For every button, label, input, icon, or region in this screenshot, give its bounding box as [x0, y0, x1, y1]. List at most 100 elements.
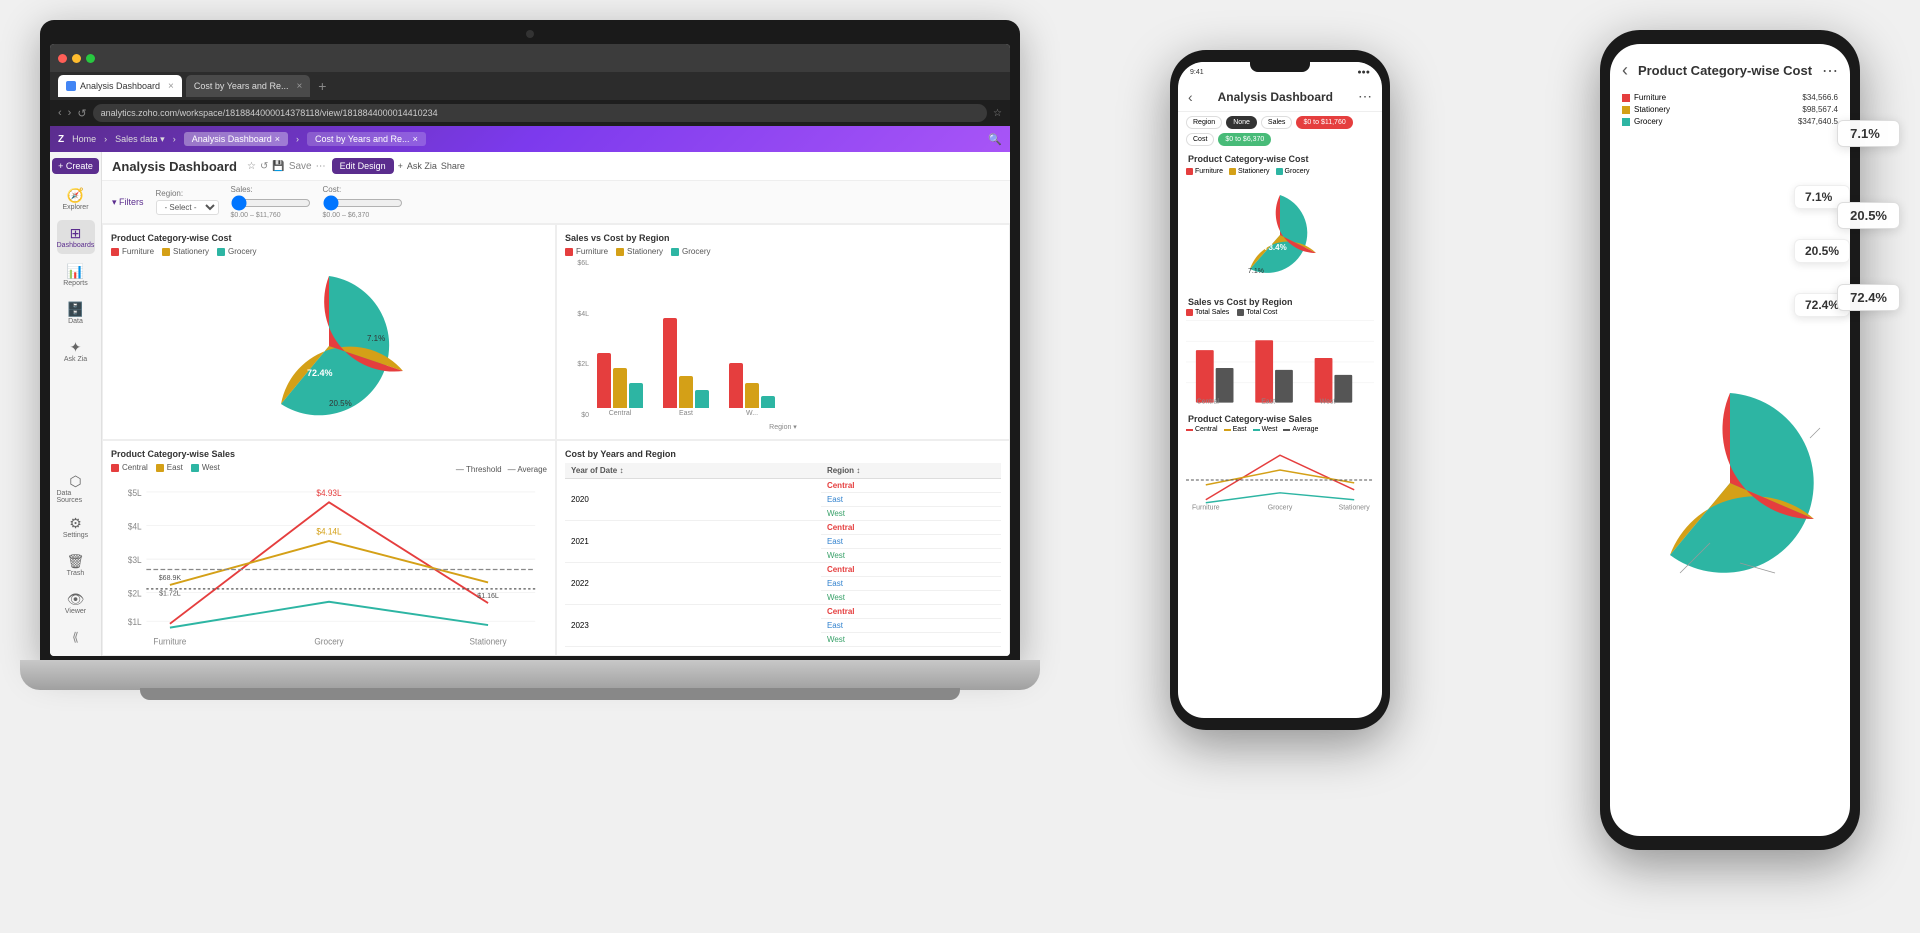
- region-east-2022[interactable]: East: [821, 577, 1001, 591]
- create-button[interactable]: + Create: [52, 158, 99, 174]
- phone2-back-btn[interactable]: ‹: [1622, 60, 1628, 81]
- sidebar-collapse-btn[interactable]: ⟪: [68, 624, 83, 650]
- col-region[interactable]: Region ↕: [821, 463, 1001, 479]
- region-east-2023[interactable]: East: [821, 619, 1001, 633]
- plus-button[interactable]: +: [398, 161, 403, 171]
- window-minimize-dot[interactable]: [72, 54, 81, 63]
- phone2-legend-grocery-left: Grocery: [1622, 117, 1662, 126]
- bar-stationery-dot: [616, 248, 624, 256]
- sidebar-item-settings[interactable]: ⚙ Settings: [57, 510, 95, 544]
- sidebar-askzia-label: Ask Zia: [64, 356, 87, 363]
- sidebar-item-viewer[interactable]: 👁 Viewer: [57, 586, 95, 620]
- nav-reload-btn[interactable]: ↺: [77, 107, 86, 120]
- chip-none[interactable]: None: [1226, 116, 1257, 129]
- topbar-tab2-close[interactable]: ×: [413, 134, 418, 144]
- phone1-back-btn[interactable]: ‹: [1188, 89, 1193, 105]
- share-button[interactable]: Share: [441, 161, 465, 171]
- ask-zia-button[interactable]: Ask Zia: [407, 161, 437, 171]
- phone1-line-leg-avg: Average: [1283, 426, 1318, 433]
- topbar-tab-cost[interactable]: Cost by Years and Re... ×: [307, 132, 426, 146]
- nav-forward-btn[interactable]: ›: [68, 107, 72, 119]
- dashboard-header: Analysis Dashboard ☆ ↺ 💾 Save ⋯ Edit Des…: [102, 152, 1010, 181]
- save-label[interactable]: Save: [289, 161, 312, 172]
- new-tab-icon[interactable]: +: [318, 78, 326, 94]
- browser-tab-active[interactable]: Analysis Dashboard ×: [58, 75, 182, 97]
- sidebar-item-trash[interactable]: 🗑 Trash: [57, 548, 95, 582]
- nav-back-btn[interactable]: ‹: [58, 107, 62, 119]
- browser-chrome: [50, 44, 1010, 72]
- sidebar-item-dashboards[interactable]: ⊞ Dashboards: [57, 220, 95, 254]
- bar-east-furniture[interactable]: [663, 318, 677, 408]
- col-year[interactable]: Year of Date ↕: [565, 463, 821, 479]
- bar-west-stationery[interactable]: [745, 383, 759, 408]
- bar-group-central: Central: [597, 353, 643, 417]
- phone2-more-btn[interactable]: ⋯: [1822, 61, 1838, 81]
- chip-sales[interactable]: Sales: [1261, 116, 1293, 129]
- address-bookmark-icon[interactable]: ☆: [993, 108, 1002, 119]
- region-central-2021[interactable]: Central: [821, 521, 1001, 535]
- legend-stationery: Stationery: [162, 247, 209, 256]
- sidebar-item-askzia[interactable]: ✦ Ask Zia: [57, 334, 95, 368]
- svg-text:$2L: $2L: [128, 588, 142, 598]
- star-icon[interactable]: ☆: [247, 161, 256, 172]
- chip-cost-range[interactable]: $0 to $6,370: [1218, 133, 1271, 146]
- sidebar-item-datasources[interactable]: ⬡ Data Sources: [57, 472, 95, 506]
- grocery-label: Grocery: [228, 247, 256, 256]
- phone2-pie-grocery[interactable]: [1670, 393, 1814, 573]
- topbar-search-icon[interactable]: 🔍: [988, 133, 1002, 146]
- sales-range-slider[interactable]: [231, 195, 311, 211]
- bar-central-stationery[interactable]: [613, 368, 627, 408]
- tab-close-icon[interactable]: ×: [168, 81, 174, 92]
- bar-central-furniture[interactable]: [597, 353, 611, 408]
- region-west-2021[interactable]: West: [821, 549, 1001, 563]
- bar-group-east-bars: [663, 318, 709, 408]
- bar-central-grocery[interactable]: [629, 383, 643, 408]
- chip-cost[interactable]: Cost: [1186, 133, 1214, 146]
- region-select[interactable]: - Select -: [156, 200, 219, 215]
- refresh-icon[interactable]: ↺: [260, 161, 268, 172]
- bar-west-grocery[interactable]: [761, 396, 775, 408]
- region-central-2022[interactable]: Central: [821, 563, 1001, 577]
- region-west-2020[interactable]: West: [821, 507, 1001, 521]
- threshold-label: — Threshold: [456, 465, 502, 474]
- sidebar-dashboards-label: Dashboards: [57, 242, 95, 249]
- table-row: 2020 Central: [565, 479, 1001, 493]
- region-central-2023[interactable]: Central: [821, 605, 1001, 619]
- line-chart-title: Product Category-wise Sales: [111, 449, 547, 459]
- topbar-tab-dashboard[interactable]: Analysis Dashboard ×: [184, 132, 288, 146]
- window-close-dot[interactable]: [58, 54, 67, 63]
- filters-toggle[interactable]: ▾ Filters: [112, 197, 144, 208]
- sidebar-item-reports[interactable]: 📊 Reports: [57, 258, 95, 292]
- bar-east-stationery[interactable]: [679, 376, 693, 408]
- bar-east-grocery[interactable]: [695, 390, 709, 408]
- bar-chart-legend: Furniture Stationery Grocery: [565, 247, 1001, 256]
- phone1-pie-chart: 73.4% 7.1%: [1178, 177, 1382, 293]
- save-icon[interactable]: 💾: [272, 161, 284, 172]
- topbar-sales-data[interactable]: Sales data ▾: [115, 134, 165, 145]
- cost-range-slider[interactable]: [323, 195, 403, 211]
- region-central-2020[interactable]: Central: [821, 479, 1001, 493]
- region-east-2021[interactable]: East: [821, 535, 1001, 549]
- bar-west-furniture[interactable]: [729, 363, 743, 408]
- region-east-2020[interactable]: East: [821, 493, 1001, 507]
- browser-tab-2[interactable]: Cost by Years and Re... ×: [186, 75, 310, 97]
- address-input[interactable]: [93, 104, 987, 122]
- bar-y-axis: $6L $4L $2L $0: [565, 260, 589, 435]
- chip-region[interactable]: Region: [1186, 116, 1222, 129]
- edit-design-button[interactable]: Edit Design: [332, 158, 394, 174]
- window-fullscreen-dot[interactable]: [86, 54, 95, 63]
- region-west-2022[interactable]: West: [821, 591, 1001, 605]
- phone1-more-btn[interactable]: ⋯: [1358, 88, 1372, 105]
- sidebar-item-explorer[interactable]: 🧭 Explorer: [57, 182, 95, 216]
- chip-sales-range[interactable]: $0 to $11,760: [1296, 116, 1352, 129]
- pie-chart-panel: Product Category-wise Cost Furniture Sta…: [102, 224, 556, 440]
- region-west-2023[interactable]: West: [821, 633, 1001, 647]
- topbar-tab-close[interactable]: ×: [275, 134, 280, 144]
- tab2-close-icon[interactable]: ×: [296, 81, 302, 92]
- topbar-home[interactable]: Home: [72, 134, 96, 144]
- region-central-2024[interactable]: Central: [821, 647, 1001, 648]
- more-icon[interactable]: ⋯: [316, 161, 326, 172]
- sidebar-item-data[interactable]: 🗄️ Data: [57, 296, 95, 330]
- phone1-notch: [1250, 62, 1310, 72]
- reports-icon: 📊: [67, 264, 84, 278]
